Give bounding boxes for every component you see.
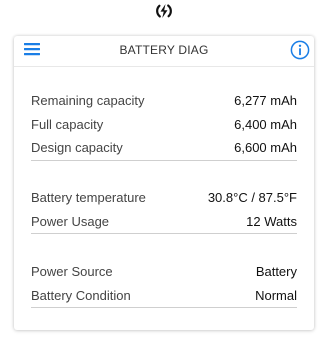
thermal-section: Battery temperature 30.8°C / 87.5°F Powe…: [31, 186, 297, 234]
list-item: Full capacity 6,400 mAh: [31, 113, 297, 137]
page-title: BATTERY DIAG: [119, 43, 209, 57]
row-label: Remaining capacity: [31, 93, 145, 109]
row-value: 12 Watts: [246, 213, 297, 229]
row-label: Design capacity: [31, 140, 123, 156]
row-label: Full capacity: [31, 116, 104, 132]
row-value: 6,600 mAh: [234, 140, 297, 156]
row-value: Battery: [255, 264, 297, 280]
row-value: 6,400 mAh: [234, 116, 297, 132]
list-item: Battery Condition Normal: [31, 284, 297, 308]
info-circle-icon[interactable]: [290, 40, 310, 60]
list-item: Power Usage 12 Watts: [31, 210, 297, 234]
row-label: Power Source: [31, 264, 113, 280]
row-label: Battery temperature: [31, 190, 146, 206]
list-item: Remaining capacity 6,277 mAh: [31, 89, 297, 113]
list-item: Design capacity 6,600 mAh: [31, 136, 297, 160]
power-section: Power Source Battery Battery Condition N…: [31, 260, 297, 308]
row-label: Power Usage: [31, 213, 110, 229]
row-value: 30.8°C / 87.5°F: [207, 190, 297, 206]
row-label: Battery Condition: [31, 287, 131, 303]
battery-diag-card: BATTERY DIAG Remaining capacity 6,277 mA…: [14, 36, 314, 330]
list-item: Power Source Battery: [31, 260, 297, 284]
app-header: BATTERY DIAG: [14, 36, 314, 67]
list-item: Battery temperature 30.8°C / 87.5°F: [31, 186, 297, 210]
row-value: 6,277 mAh: [234, 93, 297, 109]
row-value: Normal: [255, 287, 297, 303]
charging-bolt-icon: [156, 4, 172, 18]
capacity-section: Remaining capacity 6,277 mAh Full capaci…: [31, 89, 297, 161]
